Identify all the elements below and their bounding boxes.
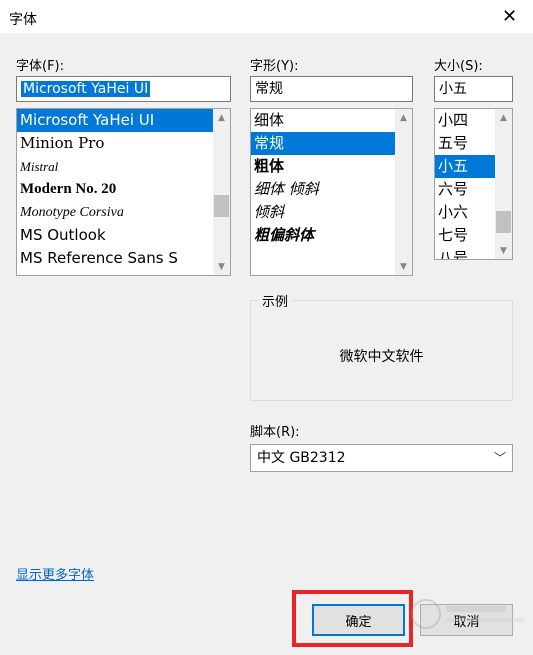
script-select-value: 中文 GB2312	[257, 450, 346, 466]
size-list-item[interactable]: 八号	[435, 247, 495, 259]
size-label: 大小(S):	[434, 59, 483, 74]
scroll-up-icon[interactable]: ▲	[495, 109, 512, 126]
font-list-item[interactable]: Monotype Corsiva	[17, 201, 213, 224]
style-list-item[interactable]: 细体 倾斜	[251, 178, 395, 201]
style-list-item[interactable]: 常规	[251, 132, 395, 155]
font-list-item[interactable]: MS Outlook	[17, 224, 213, 247]
sample-text: 微软中文软件	[339, 349, 424, 365]
size-list[interactable]: 小四 五号 小五 六号 小六 七号 八号 ▲ ▼	[434, 108, 513, 260]
size-list-item[interactable]: 小六	[435, 201, 495, 224]
font-list-item[interactable]: Mistral	[17, 155, 213, 178]
font-input-value: Microsoft YaHei UI	[21, 81, 151, 97]
style-list-item[interactable]: 粗体	[251, 155, 395, 178]
script-label: 脚本(R):	[250, 425, 300, 440]
size-list-items: 小四 五号 小五 六号 小六 七号 八号	[435, 109, 495, 259]
scroll-down-icon[interactable]: ▼	[213, 258, 230, 275]
sample-title: 示例	[258, 291, 293, 310]
style-list-item[interactable]: 粗偏斜体	[251, 224, 395, 247]
scroll-down-icon[interactable]: ▼	[395, 258, 412, 275]
style-list[interactable]: 细体 常规 粗体 细体 倾斜 倾斜 粗偏斜体 ▲ ▼	[250, 108, 413, 276]
watermark-logo	[411, 599, 524, 629]
size-list-item[interactable]: 小五	[435, 155, 495, 178]
scroll-up-icon[interactable]: ▲	[395, 109, 412, 126]
font-list-scrollbar[interactable]: ▲ ▼	[213, 109, 230, 275]
size-list-scrollbar[interactable]: ▲ ▼	[495, 109, 512, 259]
size-input[interactable]: 小五	[434, 76, 513, 102]
font-label: 字体(F):	[16, 59, 65, 74]
size-list-item[interactable]: 五号	[435, 132, 495, 155]
font-list-item[interactable]: MS Reference Sans S	[17, 247, 213, 270]
font-list-item[interactable]: Minion Pro	[17, 132, 213, 155]
script-select[interactable]: 中文 GB2312 ﹀	[250, 444, 513, 472]
size-scroll-thumb[interactable]	[496, 211, 511, 233]
chevron-down-icon: ﹀	[493, 451, 506, 465]
font-scroll-thumb[interactable]	[214, 195, 229, 217]
font-list[interactable]: Microsoft YaHei UI Minion Pro Mistral Moder…	[16, 108, 231, 276]
window-title: 字体	[9, 12, 37, 28]
more-fonts-link[interactable]: 显示更多字体	[16, 564, 94, 583]
style-input[interactable]: 常规	[250, 76, 413, 102]
style-label: 字形(Y):	[250, 59, 299, 74]
size-list-item[interactable]: 六号	[435, 178, 495, 201]
font-input[interactable]: Microsoft YaHei UI	[16, 76, 231, 102]
font-list-items: Microsoft YaHei UI Minion Pro Mistral Moder…	[17, 109, 213, 275]
size-list-item[interactable]: 小四	[435, 109, 495, 132]
style-list-items: 细体 常规 粗体 细体 倾斜 倾斜 粗偏斜体	[251, 109, 395, 275]
close-button[interactable]: ✕	[486, 0, 533, 33]
style-list-item[interactable]: 细体	[251, 109, 395, 132]
size-list-item[interactable]: 七号	[435, 224, 495, 247]
font-list-item[interactable]: Modern No. 20	[17, 178, 213, 201]
scroll-down-icon[interactable]: ▼	[495, 242, 512, 259]
ok-button[interactable]: 确定	[312, 604, 405, 636]
style-list-item[interactable]: 倾斜	[251, 201, 395, 224]
close-icon: ✕	[501, 6, 518, 27]
font-list-item[interactable]: Microsoft YaHei UI	[17, 109, 213, 132]
scroll-up-icon[interactable]: ▲	[213, 109, 230, 126]
style-list-scrollbar[interactable]: ▲ ▼	[395, 109, 412, 275]
